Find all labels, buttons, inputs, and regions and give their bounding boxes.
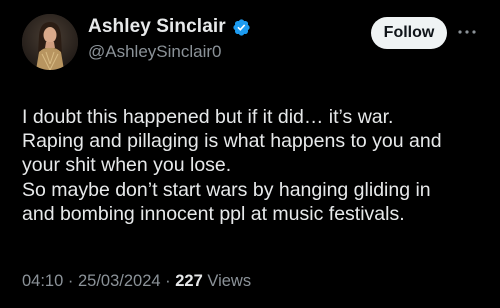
profile-photo-image [22, 14, 78, 70]
tweet-text-line: I doubt this happened but if it did… it’… [22, 106, 394, 128]
author-display-name[interactable]: Ashley Sinclair [88, 16, 226, 38]
tweet-time[interactable]: 04:10 [22, 272, 63, 290]
author-handle[interactable]: @AshleySinclair0 [88, 42, 221, 62]
views-label: Views [207, 272, 252, 290]
author-name-row: Ashley Sinclair [88, 16, 251, 38]
tweet-text-line: your shit when you lose. [22, 154, 232, 177]
tweet-meta: 04:10 · 25/03/2024 · 227 Views [22, 272, 251, 291]
tweet-card: Ashley Sinclair @AshleySinclair0 Follow … [0, 0, 500, 308]
tweet-date[interactable]: 25/03/2024 [78, 272, 161, 290]
tweet-text-line: So maybe don’t start wars by hanging gli… [22, 178, 431, 201]
views-count: 227 [175, 272, 203, 290]
avatar[interactable] [22, 14, 78, 70]
tweet-text: I doubt this happened but if it did… it’… [22, 105, 492, 226]
meta-separator: · [160, 272, 176, 290]
follow-button[interactable]: Follow [371, 17, 447, 49]
meta-separator: · [63, 272, 78, 290]
tweet-text-line: Raping and pillaging is what happens to … [22, 130, 442, 153]
tweet-text-line: and bombing innocent ppl at music festiv… [22, 202, 405, 225]
verified-badge-icon [232, 18, 251, 37]
more-dots-icon[interactable] [456, 22, 478, 42]
